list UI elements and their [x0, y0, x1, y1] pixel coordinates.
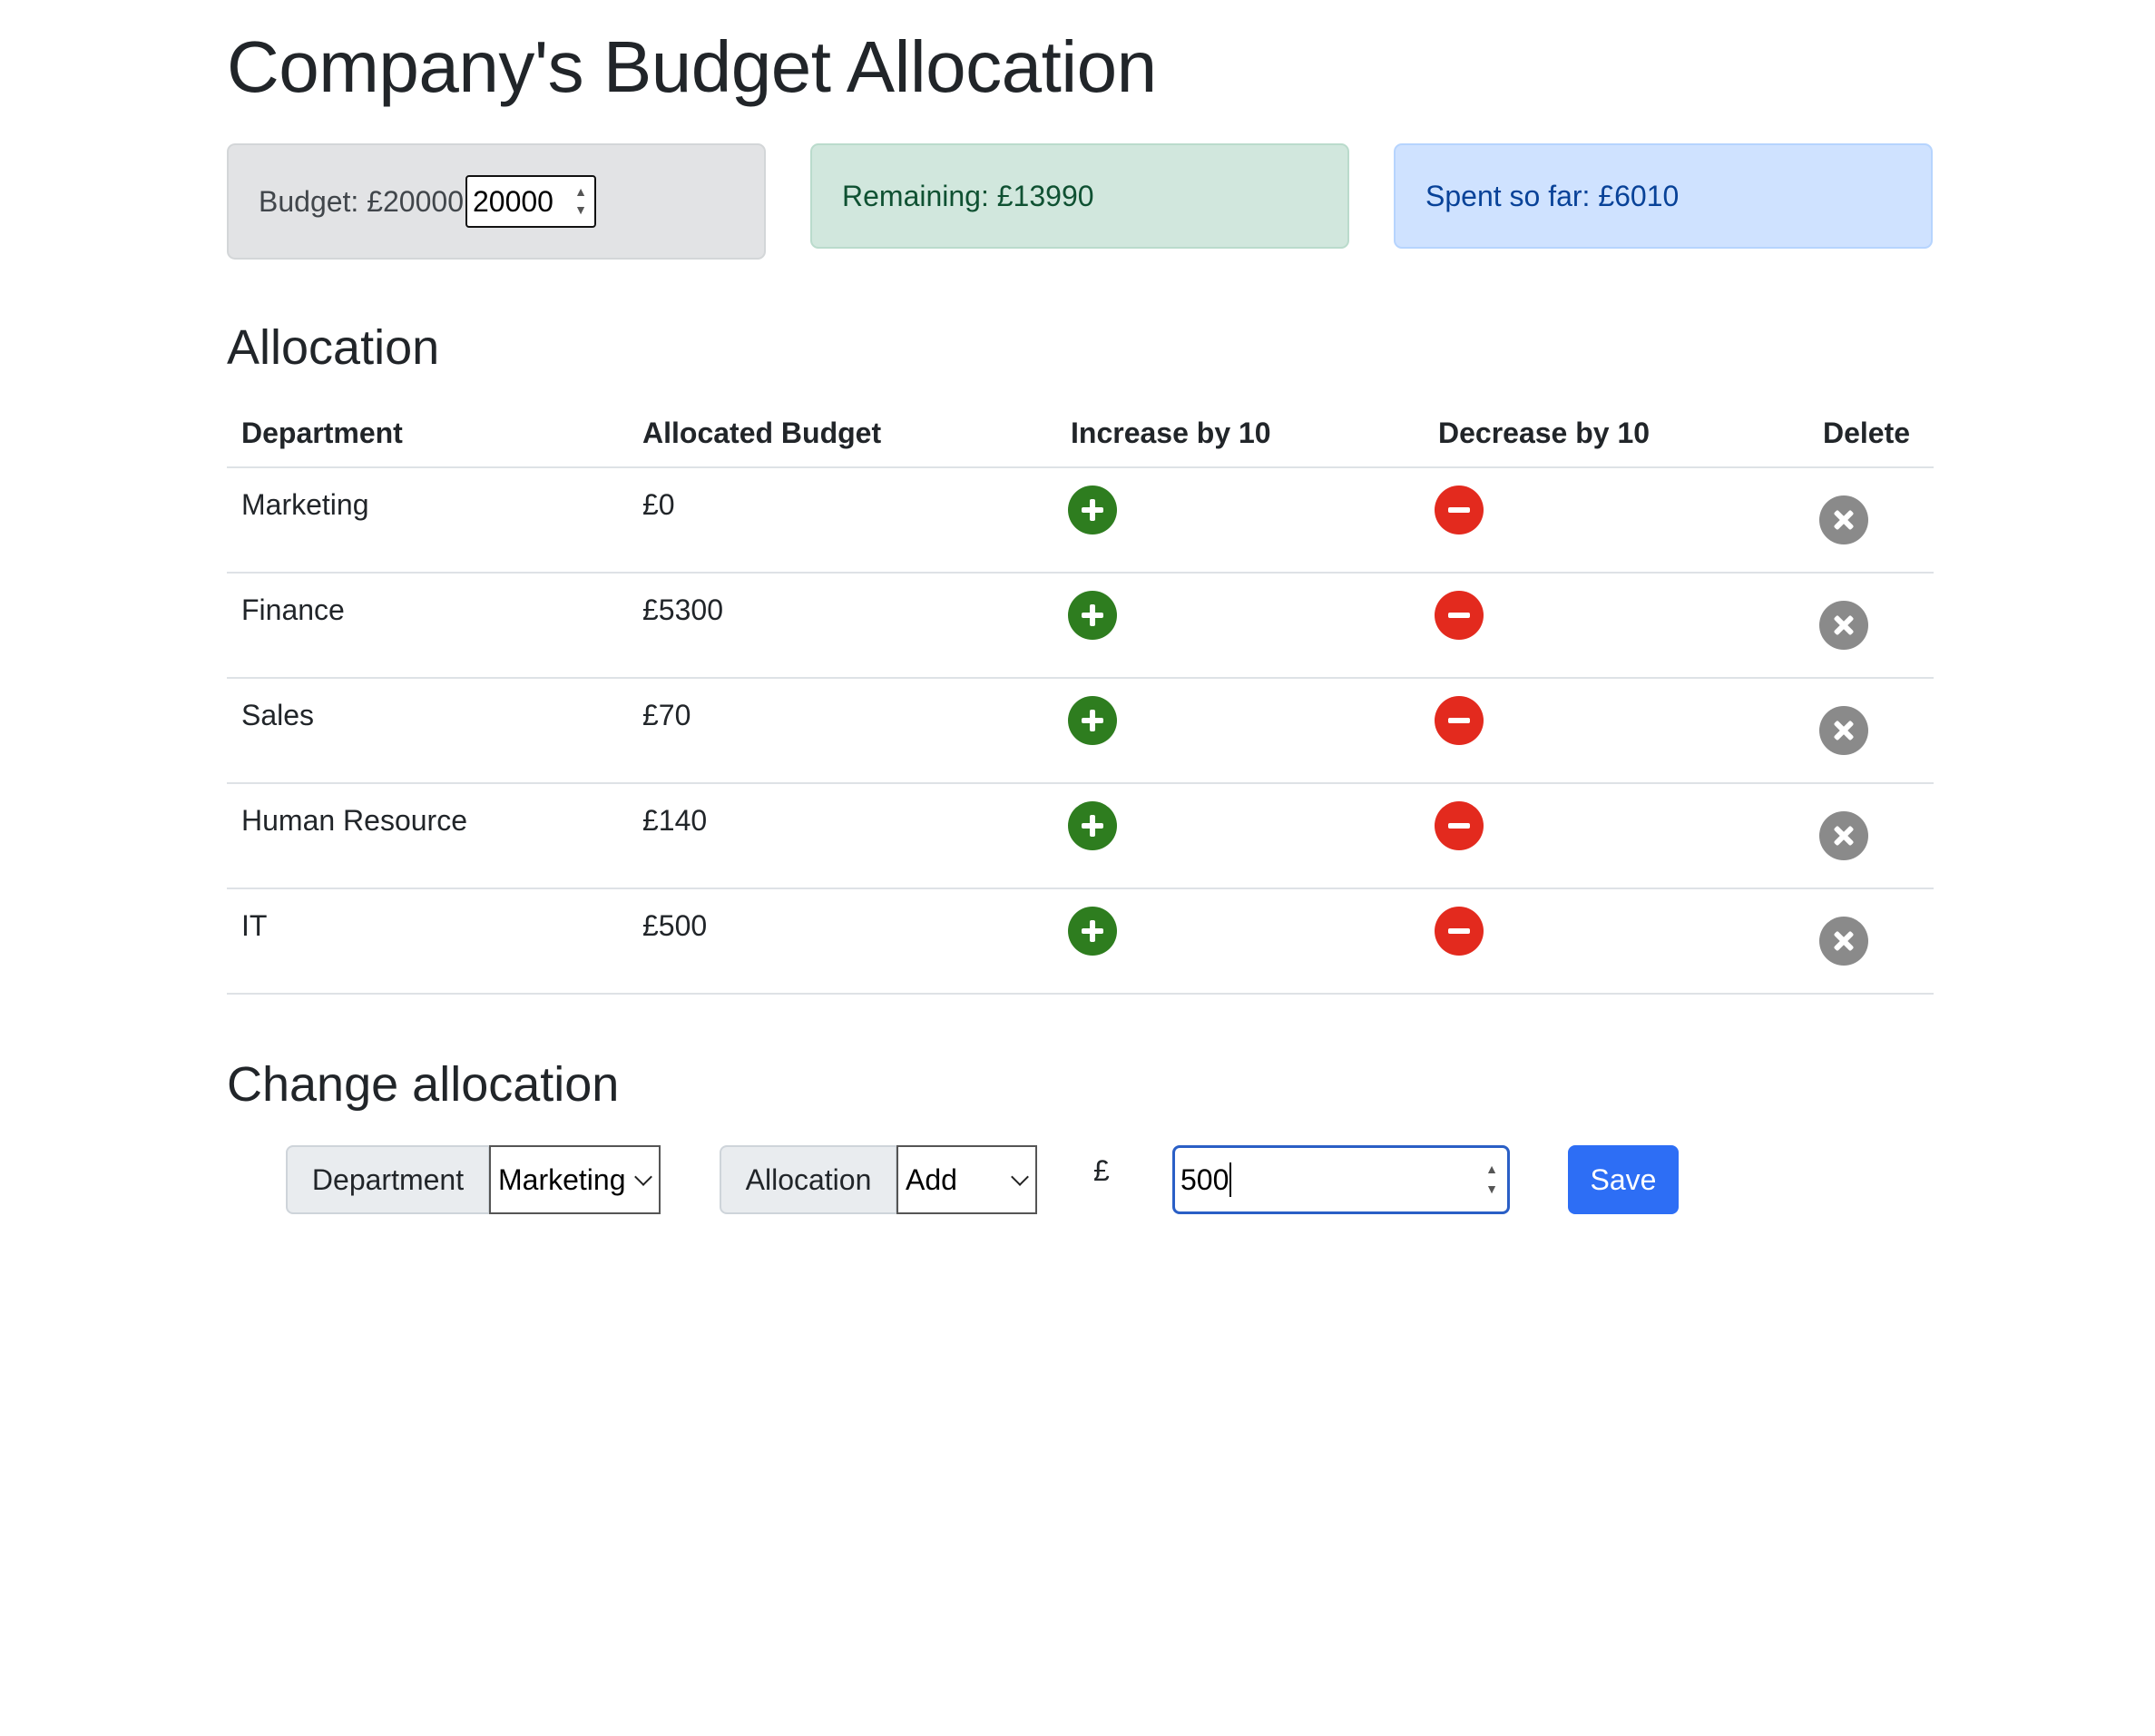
decrease-cell	[1424, 783, 1808, 889]
budget-alert: Budget: £20000 20000 ▲ ▼	[227, 143, 766, 260]
delete-cell	[1808, 573, 1934, 679]
increase-cell	[1056, 573, 1424, 679]
chevron-down-icon	[1011, 1168, 1029, 1186]
spent-text: Spent so far: £6010	[1425, 179, 1680, 212]
budget-input[interactable]: 20000 ▲ ▼	[465, 175, 596, 228]
spin-down-icon[interactable]: ▼	[1485, 1179, 1498, 1199]
plus-circle-icon[interactable]	[1068, 591, 1117, 640]
spin-down-icon[interactable]: ▼	[574, 201, 587, 219]
spent-alert: Spent so far: £6010	[1394, 143, 1933, 249]
department-cell: Human Resource	[227, 783, 628, 889]
department-cell: Sales	[227, 678, 628, 784]
budget-label: Budget: £20000	[259, 184, 464, 218]
minus-circle-icon[interactable]	[1435, 801, 1484, 850]
department-select-value: Marketing	[498, 1162, 626, 1196]
header-delete: Delete	[1808, 399, 1934, 468]
minus-circle-icon[interactable]	[1435, 591, 1484, 640]
table-row: Sales £70	[227, 678, 1934, 784]
header-allocated-budget: Allocated Budget	[628, 399, 1056, 468]
header-decrease: Decrease by 10	[1424, 399, 1808, 468]
remaining-text: Remaining: £13990	[842, 179, 1094, 212]
increase-cell	[1056, 888, 1424, 995]
allocation-title: Allocation	[227, 320, 440, 375]
minus-circle-icon[interactable]	[1435, 907, 1484, 956]
budget-input-value: 20000	[472, 184, 553, 218]
save-button[interactable]: Save	[1568, 1145, 1679, 1214]
spin-up-icon[interactable]: ▲	[1485, 1159, 1498, 1179]
budget-cell: £70	[628, 678, 1056, 784]
table-row: Finance £5300	[227, 573, 1934, 679]
budget-cell: £5300	[628, 573, 1056, 679]
x-circle-icon[interactable]	[1819, 706, 1868, 755]
change-allocation-title: Change allocation	[227, 1057, 620, 1112]
delete-cell	[1808, 888, 1934, 995]
table-row: Marketing £0	[227, 467, 1934, 574]
allocation-select[interactable]: Add	[896, 1145, 1037, 1214]
x-circle-icon[interactable]	[1819, 495, 1868, 544]
x-circle-icon[interactable]	[1819, 917, 1868, 966]
decrease-cell	[1424, 467, 1808, 574]
allocation-group-label: Allocation	[720, 1145, 897, 1214]
table-row: Human Resource £140	[227, 783, 1934, 889]
change-allocation-form: Department Marketing Allocation Add £ 50…	[227, 1145, 1934, 1214]
text-caret	[1229, 1162, 1232, 1197]
x-circle-icon[interactable]	[1819, 601, 1868, 650]
department-cell: Finance	[227, 573, 628, 679]
plus-circle-icon[interactable]	[1068, 485, 1117, 535]
header-department: Department	[227, 399, 628, 468]
chevron-down-icon	[634, 1168, 652, 1186]
decrease-cell	[1424, 888, 1808, 995]
currency-symbol: £	[1093, 1154, 1110, 1187]
delete-cell	[1808, 783, 1934, 889]
spin-up-icon[interactable]: ▲	[574, 182, 587, 201]
increase-cell	[1056, 783, 1424, 889]
decrease-cell	[1424, 678, 1808, 784]
allocation-select-value: Add	[906, 1162, 957, 1196]
plus-circle-icon[interactable]	[1068, 907, 1117, 956]
plus-circle-icon[interactable]	[1068, 801, 1117, 850]
delete-cell	[1808, 678, 1934, 784]
budget-cell: £140	[628, 783, 1056, 889]
budget-spinner[interactable]: ▲ ▼	[574, 182, 587, 219]
department-cell: Marketing	[227, 467, 628, 574]
amount-spinner[interactable]: ▲ ▼	[1485, 1159, 1498, 1199]
amount-input[interactable]: 500 ▲ ▼	[1172, 1145, 1510, 1214]
minus-circle-icon[interactable]	[1435, 485, 1484, 535]
delete-cell	[1808, 467, 1934, 574]
plus-circle-icon[interactable]	[1068, 696, 1117, 745]
budget-cell: £500	[628, 888, 1056, 995]
header-increase: Increase by 10	[1056, 399, 1424, 468]
budget-cell: £0	[628, 467, 1056, 574]
department-select[interactable]: Marketing	[489, 1145, 661, 1214]
table-row: IT £500	[227, 888, 1934, 995]
x-circle-icon[interactable]	[1819, 811, 1868, 860]
decrease-cell	[1424, 573, 1808, 679]
amount-input-value: 500	[1180, 1162, 1229, 1196]
page-title: Company's Budget Allocation	[227, 26, 1157, 107]
increase-cell	[1056, 467, 1424, 574]
department-group-label: Department	[286, 1145, 490, 1214]
department-cell: IT	[227, 888, 628, 995]
increase-cell	[1056, 678, 1424, 784]
table-header-row: Department Allocated Budget Increase by …	[227, 399, 1934, 468]
allocation-table: Department Allocated Budget Increase by …	[227, 399, 1934, 995]
minus-circle-icon[interactable]	[1435, 696, 1484, 745]
remaining-alert: Remaining: £13990	[810, 143, 1349, 249]
